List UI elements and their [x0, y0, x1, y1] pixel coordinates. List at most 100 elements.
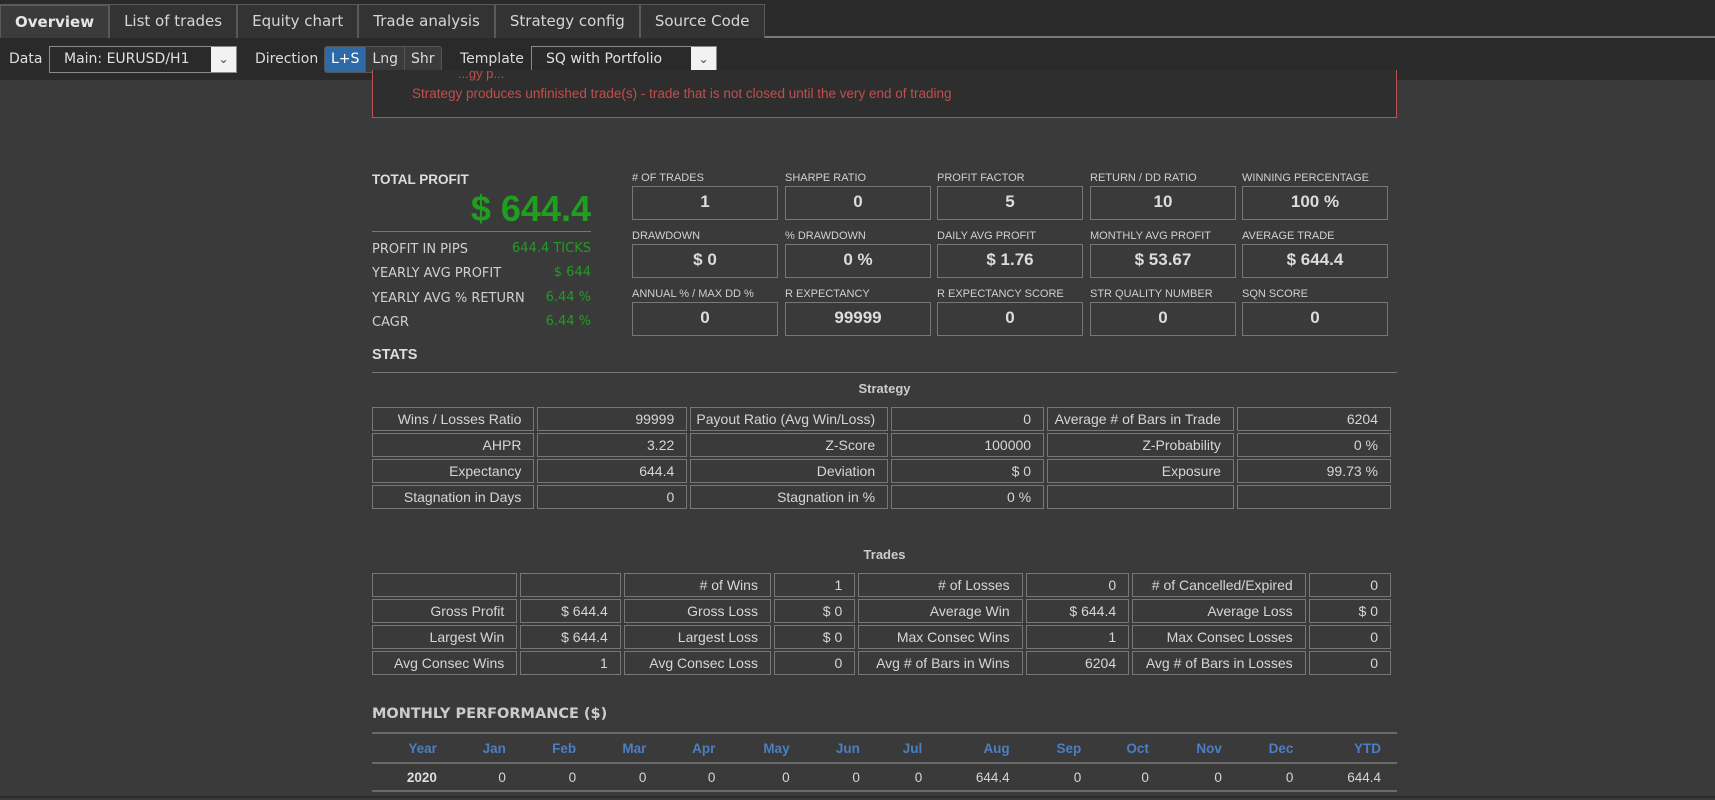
row-value: 644.4 TICKS [512, 241, 591, 256]
tab-bar: Overview List of trades Equity chart Tra… [0, 0, 1715, 38]
month-value: 0 [521, 763, 593, 792]
stat-label: Max Consec Losses [1132, 625, 1306, 649]
stat-label: Largest Loss [623, 625, 771, 649]
stat-label: Stagnation in Days [372, 485, 535, 509]
strategy-subtitle: Strategy [858, 381, 911, 396]
tab-source-code[interactable]: Source Code [639, 4, 765, 38]
column-header[interactable]: Mar [592, 732, 663, 764]
column-header[interactable]: Oct [1097, 732, 1165, 764]
kpi-card: R EXPECTANCY 99999 [785, 288, 931, 336]
kpi-value: $ 644.4 [1242, 244, 1388, 278]
stat-label [1047, 485, 1234, 509]
stat-label: Expectancy [372, 459, 535, 483]
column-header[interactable]: Nov [1164, 732, 1238, 764]
kpi-value: 100 % [1242, 186, 1388, 220]
table-row: Wins / Losses Ratio 99999 Payout Ratio (Av… [372, 407, 1391, 431]
stat-value: 0 [1308, 573, 1391, 597]
stat-value: $ 644.4 [520, 625, 621, 649]
stat-value: 0 [1308, 625, 1391, 649]
kpi-card: RETURN / DD RATIO 10 [1090, 172, 1236, 220]
column-header[interactable]: Jun [805, 732, 876, 764]
total-profit-value: $ 644.4 [470, 188, 591, 229]
data-select[interactable]: Main: EURUSD/H1 ⌄ [49, 46, 237, 73]
stat-value: 644.4 [537, 459, 688, 483]
kpi-label: SQN SCORE [1242, 288, 1309, 300]
stat-value: 0 [891, 407, 1045, 431]
direction-short-button[interactable]: Shr [403, 47, 441, 72]
kpi-label: AVERAGE TRADE [1242, 230, 1335, 242]
row-label: YEARLY AVG PROFIT [372, 266, 502, 281]
month-value: 644.4 [938, 763, 1026, 792]
tab-strategy-config[interactable]: Strategy config [494, 4, 640, 38]
kpi-value: 0 [1242, 302, 1388, 336]
tab-overview[interactable]: Overview [0, 4, 110, 38]
stat-label: Avg Consec Wins [372, 651, 518, 675]
table-row: Expectancy 644.4 Deviation $ 0 Exposure 99.73… [372, 459, 1391, 483]
month-value: 0 [1025, 763, 1098, 792]
stat-label: Exposure [1047, 459, 1234, 483]
warning-partial-text: ...gy p... [458, 66, 505, 81]
column-header[interactable]: Feb [521, 732, 593, 764]
kpi-value: 1 [632, 186, 778, 220]
stat-value [520, 573, 621, 597]
stat-label: Max Consec Wins [858, 625, 1023, 649]
direction-ls-button[interactable]: L+S [325, 47, 366, 72]
column-header[interactable]: Aug [938, 732, 1026, 764]
trades-subtitle: Trades [863, 547, 906, 562]
column-header[interactable]: May [731, 732, 806, 764]
stat-label [372, 573, 518, 597]
stat-value: 0 [773, 651, 856, 675]
column-header[interactable]: Dec [1237, 732, 1310, 764]
kpi-value: $ 53.67 [1090, 244, 1236, 278]
kpi-label: MONTHLY AVG PROFIT [1090, 230, 1212, 242]
kpi-label: WINNING PERCENTAGE [1242, 172, 1369, 184]
stat-value: $ 0 [773, 625, 856, 649]
stat-value: 6204 [1236, 407, 1391, 431]
stat-value: 0 [537, 485, 688, 509]
column-header[interactable]: Jul [875, 732, 939, 764]
stat-label: Avg Consec Loss [623, 651, 771, 675]
stat-label: Average Loss [1132, 599, 1306, 623]
kpi-card: DRAWDOWN $ 0 [632, 230, 778, 278]
kpi-card: SHARPE RATIO 0 [785, 172, 931, 220]
kpi-card: WINNING PERCENTAGE 100 % [1242, 172, 1388, 220]
tab-list-of-trades[interactable]: List of trades [109, 4, 238, 38]
stat-label: Gross Profit [372, 599, 518, 623]
stat-label: Deviation [690, 459, 889, 483]
strategy-stats-table: Wins / Losses Ratio 99999 Payout Ratio (Av… [369, 405, 1394, 511]
table-row: Gross Profit $ 644.4 Gross Loss $ 0 Average … [372, 599, 1391, 623]
tab-trade-analysis[interactable]: Trade analysis [358, 4, 495, 38]
chevron-down-icon[interactable]: ⌄ [691, 47, 716, 72]
data-label: Data [9, 51, 43, 67]
tab-equity-chart[interactable]: Equity chart [237, 4, 359, 38]
divider [372, 231, 591, 232]
stat-value: 3.22 [537, 433, 688, 457]
kpi-value: 10 [1090, 186, 1236, 220]
kpi-label: RETURN / DD RATIO [1090, 172, 1197, 184]
month-value: 0 [875, 763, 939, 792]
column-header[interactable]: Sep [1025, 732, 1098, 764]
stat-value: $ 0 [773, 599, 856, 623]
template-select[interactable]: SQ with Portfolio ⌄ [531, 46, 717, 73]
month-value: 0 [805, 763, 876, 792]
stat-value: $ 644.4 [1025, 599, 1130, 623]
stat-label: Average Win [858, 599, 1023, 623]
kpi-value: 0 % [785, 244, 931, 278]
column-header[interactable]: Jan [452, 732, 522, 764]
column-header[interactable]: Year [372, 732, 453, 764]
kpi-value: $ 1.76 [937, 244, 1083, 278]
stat-value: 0 [1025, 573, 1130, 597]
column-header[interactable]: Apr [662, 732, 732, 764]
template-label: Template [460, 51, 524, 67]
stat-label: Average # of Bars in Trade [1047, 407, 1234, 431]
stat-label: AHPR [372, 433, 535, 457]
trades-stats-table: # of Wins 1 # of Losses 0 # of Cancelled/Exp… [369, 571, 1394, 677]
kpi-card: # OF TRADES 1 [632, 172, 778, 220]
yearly-avg-return-row: YEARLY AVG % RETURN 6.44 % [372, 290, 591, 306]
stat-label: Z-Score [690, 433, 889, 457]
kpi-label: ANNUAL % / MAX DD % [632, 288, 754, 300]
direction-long-button[interactable]: Lng [365, 47, 404, 72]
chevron-down-icon[interactable]: ⌄ [211, 47, 236, 72]
column-header[interactable]: YTD [1309, 732, 1397, 764]
overview-content: ...gy p... Strategy produces unfinished … [0, 66, 1715, 798]
